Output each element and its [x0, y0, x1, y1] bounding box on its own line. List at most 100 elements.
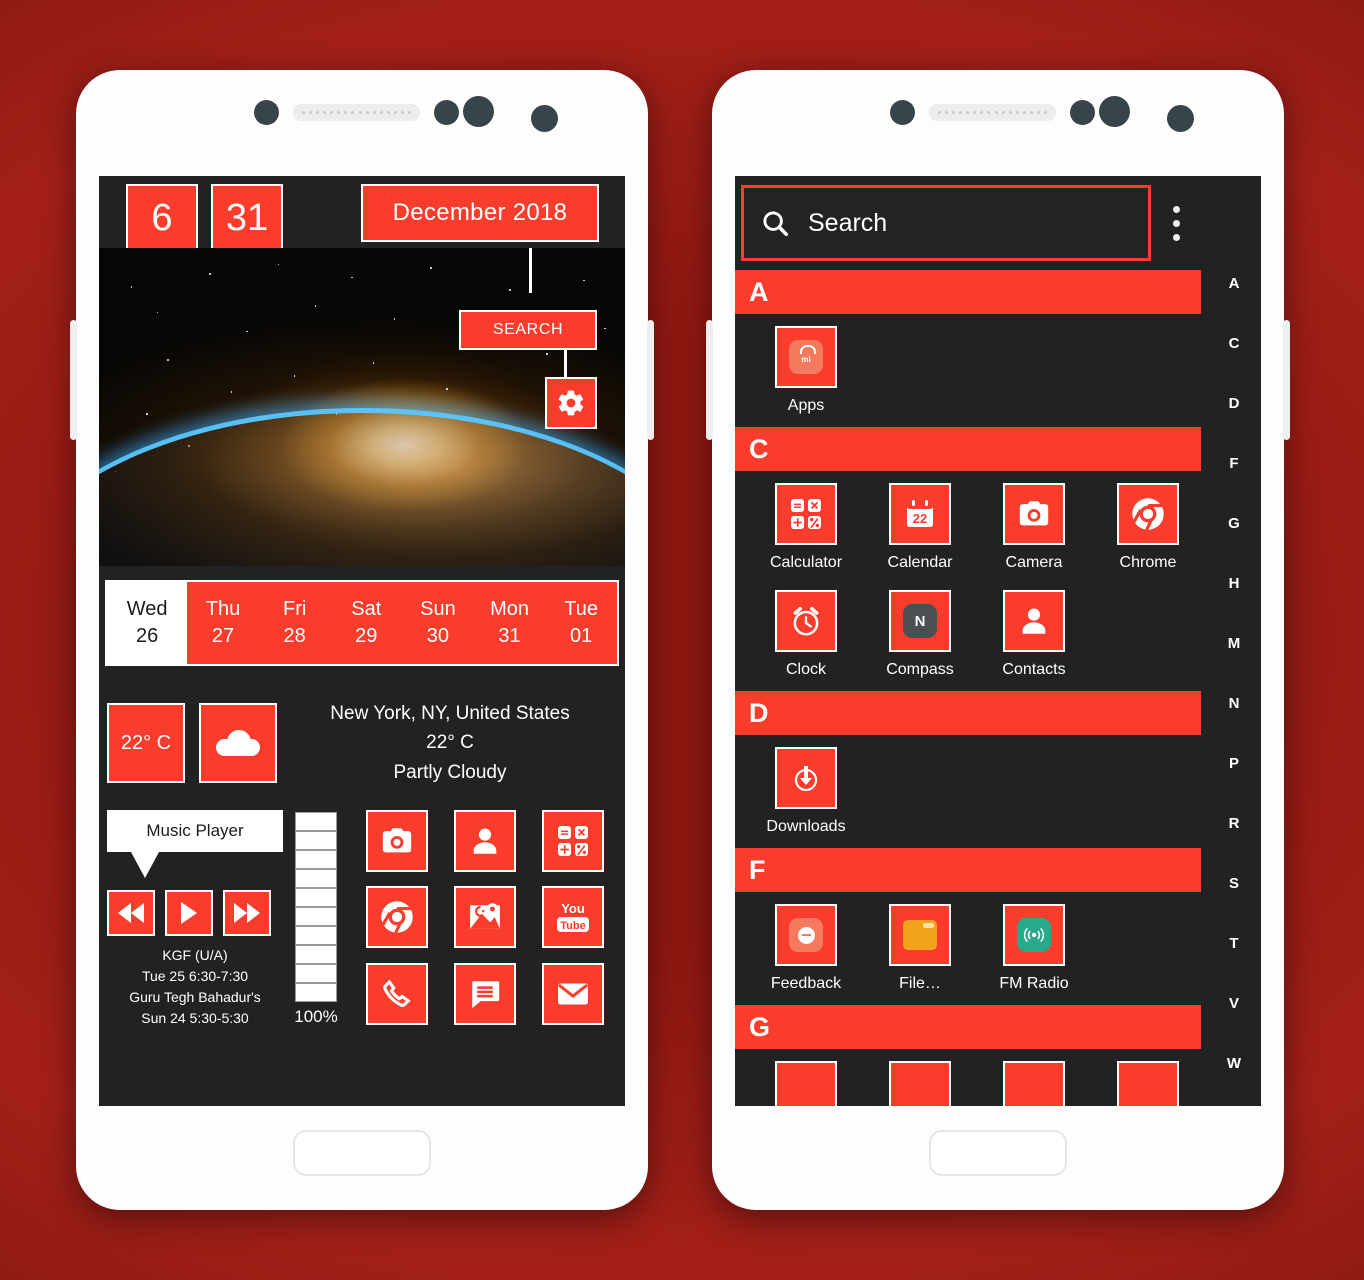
settings-button[interactable] — [545, 377, 597, 429]
app-icon-phone[interactable] — [366, 962, 428, 1025]
calendar-date: 29 — [355, 625, 378, 647]
app-cell-feedback[interactable]: Feedback — [749, 904, 863, 993]
app-cell-compass[interactable]: N Compass — [863, 590, 977, 679]
app-icon-calendar[interactable]: 22 — [889, 483, 951, 545]
app-icon-chrome[interactable] — [366, 886, 428, 949]
volume-segment[interactable] — [295, 964, 337, 983]
weather-widget[interactable]: 22° C New York, NY, United States 22° C … — [99, 666, 625, 798]
alpha-index-letter[interactable]: P — [1229, 756, 1239, 771]
music-play-button[interactable] — [165, 890, 213, 936]
volume-segment[interactable] — [295, 983, 337, 1002]
app-icon-fm-radio[interactable] — [1003, 904, 1065, 966]
overflow-menu-button[interactable] — [1151, 205, 1201, 241]
calendar-day[interactable]: Thu 27 — [187, 582, 259, 664]
alpha-index-letter[interactable]: S — [1229, 876, 1239, 891]
alpha-index-letter[interactable]: W — [1227, 1056, 1241, 1071]
weather-condition-tile[interactable] — [199, 703, 277, 783]
app-icon-youtube[interactable]: You Tube — [542, 886, 604, 949]
app-icon-contacts[interactable] — [1003, 590, 1065, 652]
calendar-day[interactable]: Sat 29 — [330, 582, 402, 664]
home-button[interactable] — [929, 1130, 1067, 1176]
app-cell-calculator[interactable]: Calculator — [749, 483, 863, 572]
volume-segment[interactable] — [295, 831, 337, 850]
app-icon-clock[interactable] — [775, 590, 837, 652]
volume-segment[interactable] — [295, 869, 337, 888]
calendar-day[interactable]: Fri 28 — [259, 582, 331, 664]
music-previous-button[interactable] — [107, 890, 155, 936]
app-icon-chrome[interactable] — [1117, 483, 1179, 545]
volume-segment[interactable] — [295, 888, 337, 907]
clock-minute-widget[interactable]: 31 — [211, 184, 283, 252]
app-icon-maps[interactable] — [454, 886, 516, 949]
app-cell-fm-radio[interactable]: FM Radio — [977, 904, 1091, 993]
music-next-button[interactable] — [223, 890, 271, 936]
app-cell-g1[interactable] — [749, 1061, 863, 1106]
calendar-day[interactable]: Tue 01 — [545, 582, 617, 664]
volume-segment[interactable] — [295, 907, 337, 926]
alpha-index-letter[interactable]: T — [1229, 936, 1238, 951]
app-cell-g2[interactable] — [863, 1061, 977, 1106]
phone-right-side-button[interactable] — [706, 320, 713, 440]
calendar-day[interactable]: Wed 26 — [107, 582, 188, 664]
app-icon-camera[interactable] — [366, 810, 428, 872]
home-button[interactable] — [293, 1130, 431, 1176]
app-icon-contacts[interactable] — [454, 810, 516, 872]
alpha-index-letter[interactable]: R — [1229, 816, 1240, 831]
volume-segment[interactable] — [295, 945, 337, 964]
app-icon-camera[interactable] — [1003, 483, 1065, 545]
weather-details: New York, NY, United States 22° C Partly… — [277, 699, 615, 787]
app-icon-feedback[interactable] — [775, 904, 837, 966]
calendar-day[interactable]: Sun 30 — [402, 582, 474, 664]
app-icon-g3[interactable] — [1003, 1061, 1065, 1106]
alpha-index-letter[interactable]: M — [1228, 636, 1241, 651]
alpha-index-letter[interactable]: N — [1229, 696, 1240, 711]
alpha-index-letter[interactable]: F — [1229, 456, 1238, 471]
alpha-index-letter[interactable]: A — [1229, 276, 1240, 291]
phone-left-power-button[interactable] — [647, 320, 654, 440]
app-icon-calculator[interactable] — [775, 483, 837, 545]
calendar-strip-widget[interactable]: Wed 26 Thu 27 Fri 28 Sat 29 Sun 30 Mon 3… — [105, 580, 619, 666]
app-icon-email[interactable] — [542, 962, 604, 1025]
app-cell-contacts[interactable]: Contacts — [977, 590, 1091, 679]
section-header-c: C — [735, 427, 1201, 471]
app-icon-calculator[interactable] — [542, 810, 604, 872]
alpha-index-letter[interactable]: C — [1229, 336, 1240, 351]
search-input[interactable]: Search — [741, 185, 1151, 261]
weather-temp-tile[interactable]: 22° C — [107, 703, 185, 783]
alpha-index-letter[interactable]: H — [1229, 576, 1240, 591]
volume-segment[interactable] — [295, 850, 337, 869]
google-maps-icon — [470, 903, 500, 930]
app-cell-apps[interactable]: Apps — [749, 326, 863, 415]
app-icon-g2[interactable] — [889, 1061, 951, 1106]
month-year-widget[interactable]: December 2018 — [361, 184, 599, 242]
phone-left-side-button[interactable] — [70, 320, 77, 440]
app-cell-camera[interactable]: Camera — [977, 483, 1091, 572]
app-icon-file-explorer[interactable] — [889, 904, 951, 966]
app-cell-file-explorer[interactable]: File… — [863, 904, 977, 993]
search-label-widget[interactable]: SEARCH — [459, 310, 597, 350]
app-cell-g3[interactable] — [977, 1061, 1091, 1106]
alpha-index-letter[interactable]: D — [1229, 396, 1240, 411]
app-cell-downloads[interactable]: Downloads — [749, 747, 863, 836]
app-icon-g1[interactable] — [775, 1061, 837, 1106]
app-icon-compass[interactable]: N — [889, 590, 951, 652]
app-icon-g4[interactable] — [1117, 1061, 1179, 1106]
svg-text:22: 22 — [913, 511, 927, 526]
app-icon-downloads[interactable] — [775, 747, 837, 809]
calendar-day[interactable]: Mon 31 — [474, 582, 546, 664]
app-cell-clock[interactable]: Clock — [749, 590, 863, 679]
alpha-index-letter[interactable]: G — [1228, 516, 1240, 531]
app-icon-messages[interactable] — [454, 962, 516, 1025]
clock-hour-widget[interactable]: 6 — [126, 184, 198, 252]
app-icon-apps[interactable] — [775, 326, 837, 388]
volume-segment[interactable] — [295, 812, 337, 831]
phone-right-power-button[interactable] — [1283, 320, 1290, 440]
app-cell-calendar[interactable]: 22 Calendar — [863, 483, 977, 572]
app-cell-g4[interactable] — [1091, 1061, 1205, 1106]
alpha-index-letter[interactable]: V — [1229, 996, 1239, 1011]
music-player-title: Music Player — [107, 810, 283, 878]
volume-slider-widget[interactable]: 100% — [285, 810, 347, 1029]
alphabet-index-scrollbar[interactable]: A C D F G H M N P R S T V W — [1207, 176, 1261, 1106]
volume-segment[interactable] — [295, 926, 337, 945]
app-cell-chrome[interactable]: Chrome — [1091, 483, 1205, 572]
